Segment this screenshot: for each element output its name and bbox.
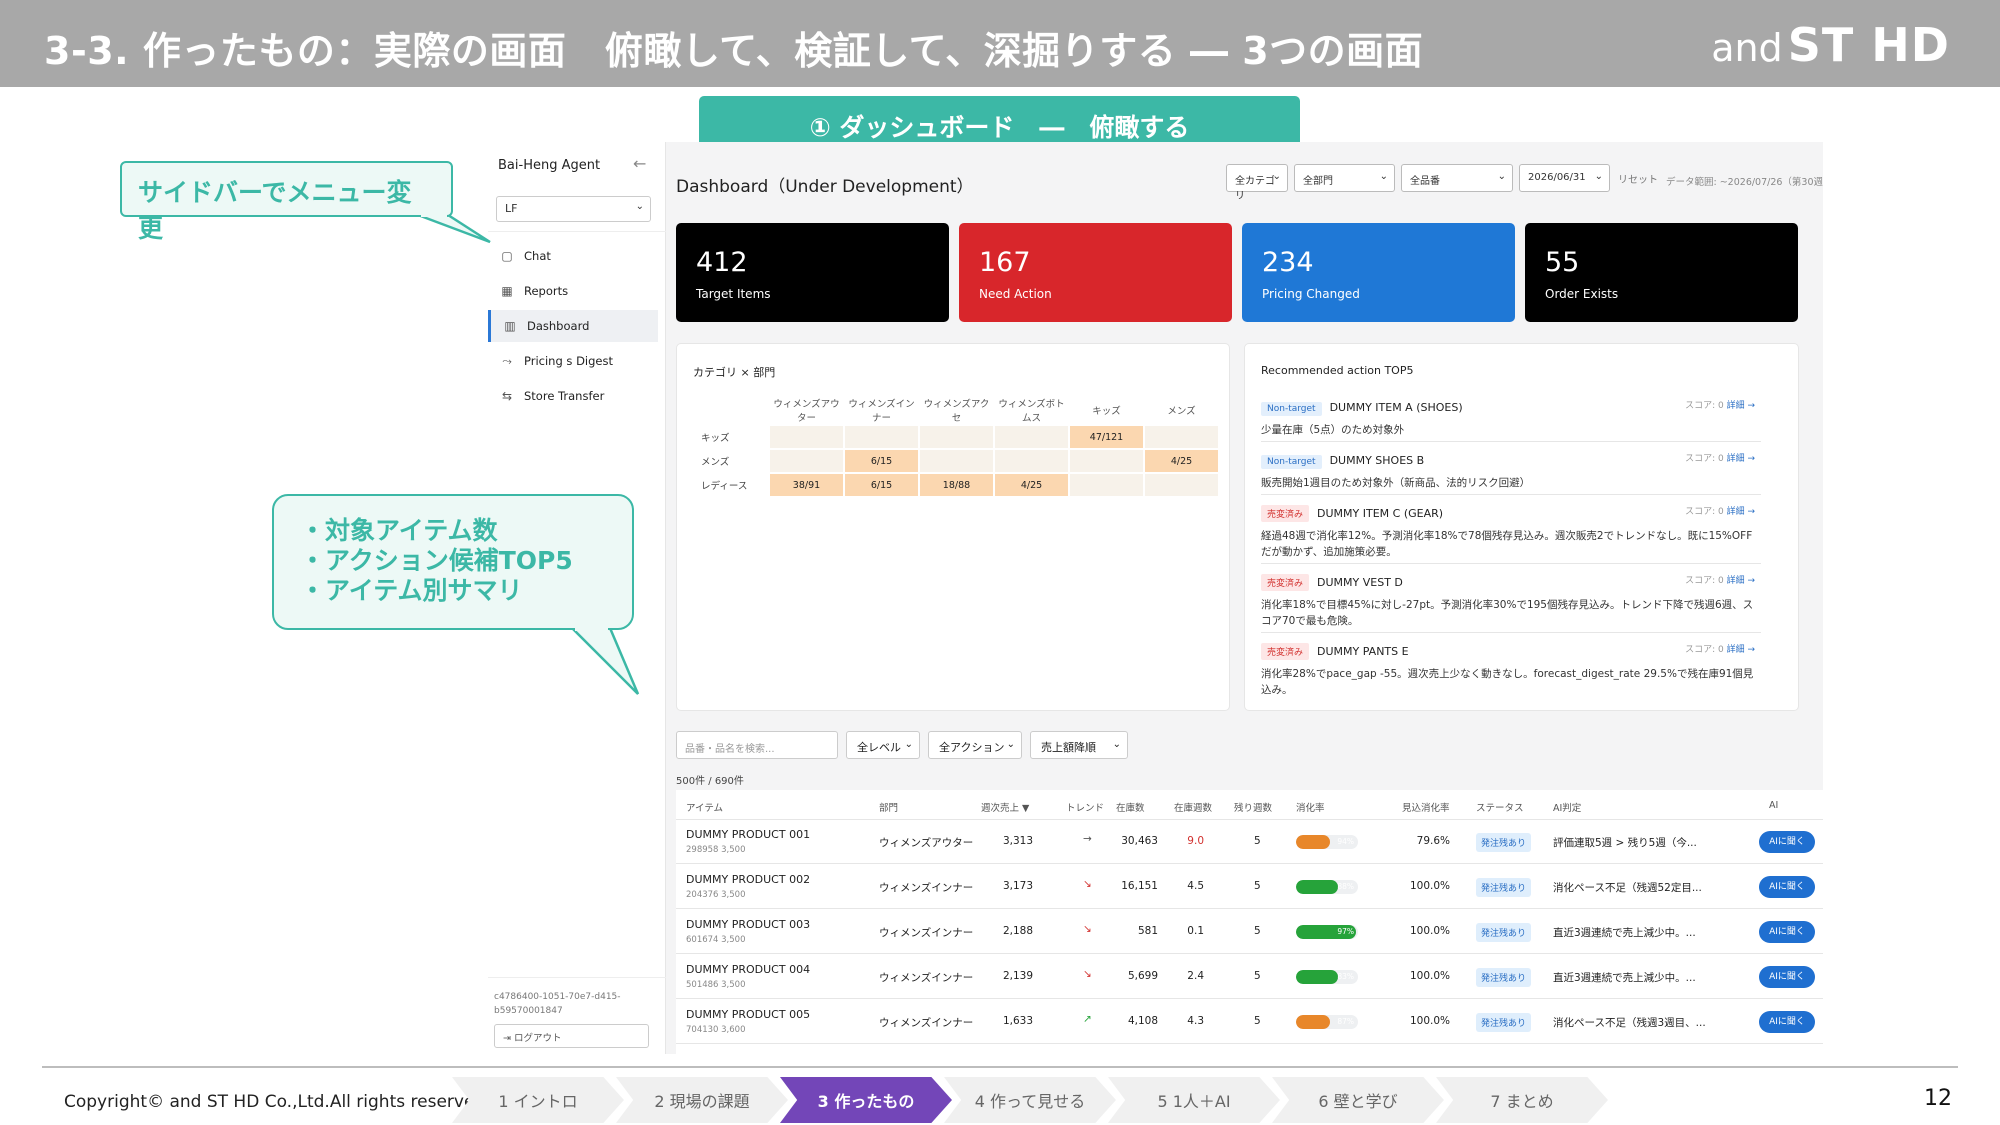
sidebar-callout: サイドバーでメニュー変更 <box>120 161 453 243</box>
step-7[interactable]: 7 まとめ <box>1436 1077 1608 1123</box>
step-6[interactable]: 6 壁と学び <box>1272 1077 1444 1123</box>
feature-item: ・アイテム別サマリ <box>300 576 523 605</box>
callout-tail <box>568 626 640 695</box>
feature-item: ・アクション候補TOP5 <box>300 546 573 575</box>
callout-tail <box>417 213 491 244</box>
copyright: Copyright© and ST HD Co.,Ltd.All rights … <box>64 1092 486 1112</box>
tail-joint <box>421 212 447 217</box>
step-1[interactable]: 1 イントロ <box>452 1077 624 1123</box>
feature-item: ・対象アイテム数 <box>300 516 498 545</box>
features-callout: ・対象アイテム数 ・アクション候補TOP5 ・アイテム別サマリ <box>272 494 634 630</box>
step-2[interactable]: 2 現場の課題 <box>616 1077 788 1123</box>
step-3[interactable]: 3 作ったもの <box>780 1077 952 1123</box>
step-4[interactable]: 4 作って見せる <box>944 1077 1116 1123</box>
page-number: 12 <box>1924 1086 1952 1111</box>
tail-joint <box>575 625 608 631</box>
step-5[interactable]: 5 1人＋AI <box>1108 1077 1280 1123</box>
slide: 3-3. 作ったもの：実際の画面 俯瞰して、検証して、深掘りする ― 3つの画面… <box>0 0 2000 1125</box>
footer-divider <box>42 1066 1958 1068</box>
